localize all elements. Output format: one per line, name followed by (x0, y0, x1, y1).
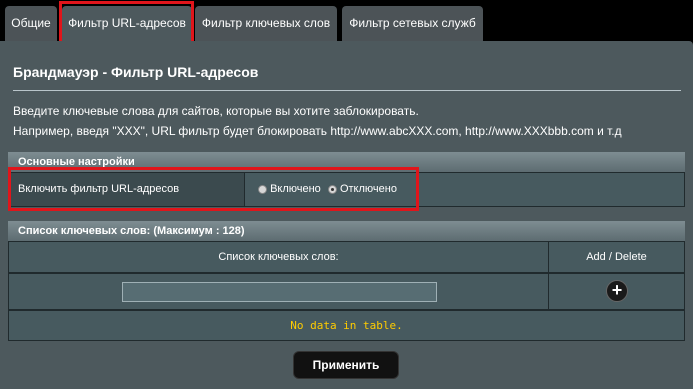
add-button-cell: + (549, 274, 684, 309)
apply-button[interactable]: Применить (293, 351, 399, 379)
plus-icon: + (611, 280, 623, 300)
tab-bar: Общие Фильтр URL-адресов Фильтр ключевых… (0, 0, 693, 41)
empty-table-cell: No data in table. (9, 311, 684, 340)
empty-table-row: No data in table. (8, 310, 685, 341)
radio-enabled[interactable]: Включено (258, 183, 324, 195)
description-line-2: Например, введя "XXX", URL фильтр будет … (13, 124, 622, 138)
enable-filter-label: Включить фильтр URL-адресов (18, 183, 180, 195)
radio-enabled-label[interactable]: Включено (270, 183, 321, 195)
radio-disabled-label[interactable]: Отключено (340, 183, 397, 195)
tab-general[interactable]: Общие (5, 6, 57, 41)
keywords-column-label: Список ключевых слов: (218, 251, 339, 263)
keywords-column-header: Список ключевых слов: (9, 242, 549, 272)
tab-url-filter[interactable]: Фильтр URL-адресов (62, 6, 192, 41)
tab-network-services-filter[interactable]: Фильтр сетевых служб (342, 6, 483, 41)
enable-filter-options: Включено Отключено (245, 173, 684, 206)
keyword-list-column-headers: Список ключевых слов: Add / Delete (8, 241, 685, 273)
add-delete-column-label: Add / Delete (586, 251, 647, 263)
radio-disabled[interactable]: Отключено (327, 183, 397, 195)
title-divider (13, 90, 681, 91)
add-keyword-button[interactable]: + (606, 280, 628, 302)
keyword-input-cell (9, 274, 549, 309)
add-delete-column-header: Add / Delete (549, 242, 684, 272)
tab-keyword-filter[interactable]: Фильтр ключевых слов (195, 6, 337, 41)
enable-filter-row: Включить фильтр URL-адресов Включено Отк… (8, 172, 685, 207)
keyword-input[interactable] (122, 282, 437, 302)
keyword-input-row: + (8, 273, 685, 310)
enable-filter-label-cell: Включить фильтр URL-адресов (9, 173, 245, 206)
page-title: Брандмауэр - Фильтр URL-адресов (13, 64, 259, 80)
radio-disabled-circle[interactable] (327, 184, 337, 194)
basic-settings-header: Основные настройки (8, 152, 685, 172)
no-data-message: No data in table. (290, 319, 403, 332)
radio-enabled-circle[interactable] (258, 184, 267, 194)
keyword-list-header: Список ключевых слов: (Максимум : 128) (8, 221, 685, 241)
description-line-1: Введите ключевые слова для сайтов, котор… (13, 104, 419, 118)
